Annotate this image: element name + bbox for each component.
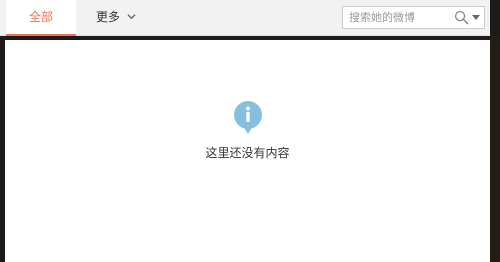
- tab-more-label: 更多: [96, 10, 121, 24]
- chevron-down-icon: [127, 13, 136, 19]
- content-area: 这里还没有内容: [5, 40, 490, 262]
- search-icon[interactable]: [454, 10, 469, 25]
- empty-state-message: 这里还没有内容: [205, 146, 290, 160]
- info-icon: [234, 101, 262, 134]
- caret-down-icon[interactable]: [472, 15, 480, 21]
- tab-all[interactable]: 全部: [6, 0, 76, 36]
- weibo-page: 全部 更多 这里还没有内容: [0, 0, 500, 262]
- search-input[interactable]: [343, 7, 451, 28]
- tab-bar: 全部 更多: [0, 0, 490, 36]
- tab-more-dropdown[interactable]: 更多: [96, 0, 136, 34]
- search-box: [342, 6, 485, 29]
- tab-all-label: 全部: [28, 10, 53, 24]
- window-frame-edge: [490, 36, 500, 262]
